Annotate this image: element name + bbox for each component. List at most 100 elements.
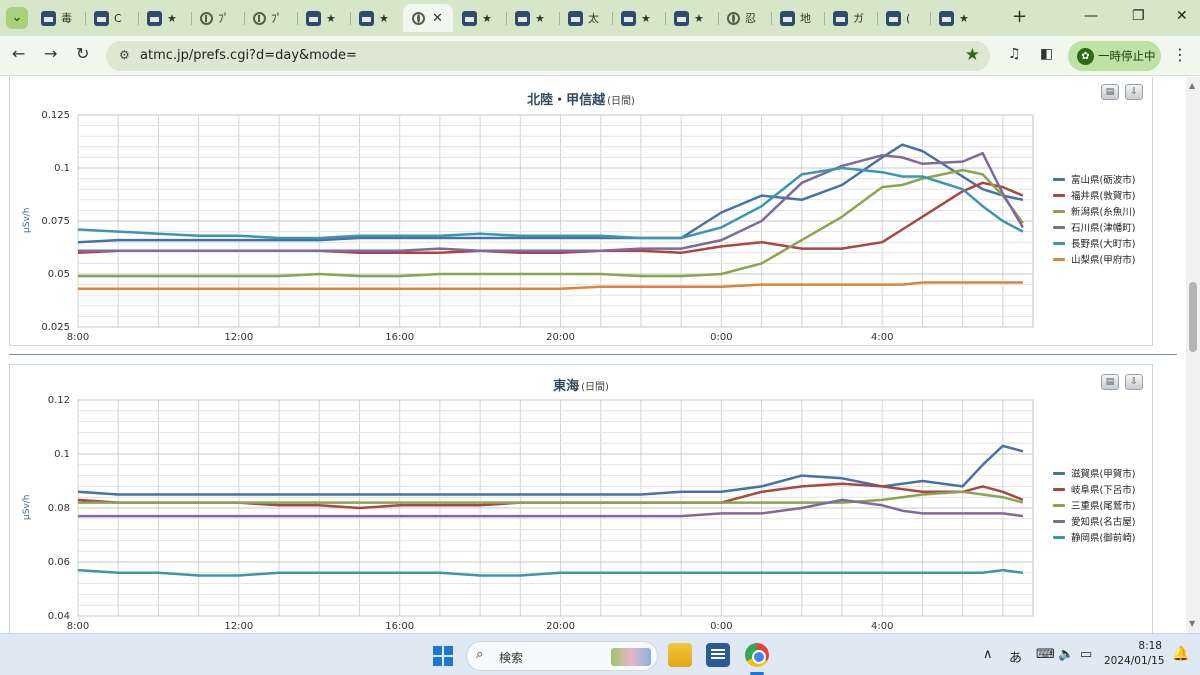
legend-item[interactable]: 新潟県(糸魚川) xyxy=(1053,203,1135,219)
notification-bell-icon[interactable]: 🔔 xyxy=(1172,646,1189,662)
y-tick-label: 0.06 xyxy=(48,557,70,568)
x-tick-label: 8:00 xyxy=(67,332,89,343)
sync-paused-button[interactable]: ✿ 一時停止中 xyxy=(1068,41,1161,71)
x-tick-label: 16:00 xyxy=(385,621,414,632)
tab-list: 毒 C ★ ﾌﾟ ﾌﾟ ★ ★ ✕ ★ ★ 太 ★ ★ 忍 地 ガ (★ xyxy=(32,4,983,32)
scrollbar-thumb[interactable] xyxy=(1189,282,1197,352)
file-explorer-icon[interactable] xyxy=(668,643,692,667)
start-button[interactable] xyxy=(433,646,453,666)
x-tick-label: 20:00 xyxy=(546,332,575,343)
browser-tab[interactable]: ﾌﾟ xyxy=(244,4,297,32)
browser-tab[interactable]: 地 xyxy=(771,4,824,32)
legend-item[interactable]: 滋賀県(甲賀市) xyxy=(1053,465,1135,481)
legend-item[interactable]: 山梨県(甲府市) xyxy=(1053,251,1135,267)
network-icon[interactable]: ⌨ xyxy=(1036,647,1055,662)
side-panel-icon[interactable]: ◧ xyxy=(1040,46,1053,62)
scroll-down-arrow-icon[interactable]: ▼ xyxy=(1189,619,1195,628)
clock-date: 2024/01/15 xyxy=(1104,655,1165,667)
legend-label: 滋賀県(甲賀市) xyxy=(1071,469,1136,480)
browser-tab[interactable]: ✕ xyxy=(403,4,453,32)
site-favicon-icon xyxy=(147,10,162,26)
bookmark-star-icon[interactable]: ★ xyxy=(965,45,980,65)
volume-icon[interactable]: 🔈 xyxy=(1058,647,1074,662)
browser-tab[interactable]: ( xyxy=(877,4,930,32)
site-favicon-icon xyxy=(94,10,109,26)
address-url[interactable]: atmc.jp/prefs.cgi?d=day&mode= xyxy=(140,48,357,63)
browser-tab[interactable]: ★ xyxy=(612,4,665,32)
x-tick-label: 4:00 xyxy=(871,332,893,343)
chrome-icon[interactable] xyxy=(745,643,769,667)
taskbar-search[interactable]: ⌕ 検索 xyxy=(466,641,658,671)
browser-tab[interactable]: ★ xyxy=(453,4,506,32)
site-favicon-icon xyxy=(886,10,901,26)
site-favicon-icon xyxy=(462,10,477,26)
legend-item[interactable]: 岐阜県(下呂市) xyxy=(1053,481,1135,497)
close-tab-icon[interactable]: ✕ xyxy=(432,11,443,26)
tab-title: ★ xyxy=(167,11,177,25)
close-window-icon[interactable]: ✕ xyxy=(1176,8,1188,24)
windows-taskbar: ⌕ 検索 ∧ あ ⌨ 🔈 ▭ 8:18 2024/01/15 🔔 xyxy=(0,633,1200,675)
reload-button[interactable]: ↻ xyxy=(76,44,89,63)
site-favicon-icon xyxy=(306,10,321,26)
legend-label: 岐阜県(下呂市) xyxy=(1071,485,1136,496)
browser-tab[interactable]: ★ xyxy=(297,4,350,32)
tab-search-menu-button[interactable]: ⌄ xyxy=(6,7,28,29)
media-control-icon[interactable]: ♫ xyxy=(1008,46,1021,62)
battery-icon[interactable]: ▭ xyxy=(1080,647,1092,662)
tab-title: ( xyxy=(906,11,911,25)
tab-title: ガ xyxy=(853,12,864,25)
browser-tab[interactable]: ★ xyxy=(665,4,718,32)
minimize-icon[interactable]: — xyxy=(1084,8,1098,24)
browser-tab[interactable]: ★ xyxy=(350,4,403,32)
legend-item[interactable]: 福井県(敦賀市) xyxy=(1053,187,1135,203)
tab-title: 太 xyxy=(588,12,599,25)
scroll-up-arrow-icon[interactable]: ▲ xyxy=(1189,81,1195,90)
browser-tab[interactable]: ガ xyxy=(824,4,877,32)
legend-item[interactable]: 三重県(尾鷲市) xyxy=(1053,497,1135,513)
system-clock[interactable]: 8:18 2024/01/15 xyxy=(1104,639,1165,669)
globe-icon xyxy=(727,11,740,25)
legend-swatch xyxy=(1053,177,1065,181)
legend-swatch xyxy=(1053,519,1065,523)
legend-swatch xyxy=(1053,257,1065,261)
browser-tab[interactable]: 毒 xyxy=(32,4,85,32)
browser-tab[interactable]: 太 xyxy=(559,4,612,32)
legend-item[interactable]: 石川県(津幡町) xyxy=(1053,219,1135,235)
more-menu-icon[interactable]: ⋮ xyxy=(1172,45,1188,64)
browser-tab[interactable]: ★ xyxy=(138,4,191,32)
legend-swatch xyxy=(1053,535,1065,539)
site-info-icon[interactable]: ⚙ xyxy=(119,48,130,62)
legend-item[interactable]: 愛知県(名古屋) xyxy=(1053,513,1135,529)
legend-label: 山梨県(甲府市) xyxy=(1071,255,1136,266)
browser-tab[interactable]: ﾌﾟ xyxy=(191,4,244,32)
new-tab-button[interactable]: + xyxy=(1012,6,1027,27)
legend-item[interactable]: 富山県(砺波市) xyxy=(1053,171,1135,187)
legend-item[interactable]: 静岡県(御前崎) xyxy=(1053,529,1135,545)
legend-item[interactable]: 長野県(大町市) xyxy=(1053,235,1135,251)
tab-title: 忍 xyxy=(745,12,756,25)
address-bar[interactable]: ⚙ atmc.jp/prefs.cgi?d=day&mode= ★ xyxy=(106,41,990,71)
browser-tab[interactable]: C xyxy=(85,4,138,32)
ime-indicator[interactable]: あ xyxy=(1009,647,1022,666)
browser-tab[interactable]: ★ xyxy=(506,4,559,32)
x-tick-label: 12:00 xyxy=(224,332,253,343)
browser-toolbar: ← → ↻ ⚙ atmc.jp/prefs.cgi?d=day&mode= ★ … xyxy=(0,36,1200,76)
legend-label: 三重県(尾鷲市) xyxy=(1071,501,1136,512)
notepad-icon[interactable] xyxy=(706,643,730,667)
clock-time: 8:18 xyxy=(1138,640,1162,652)
line-chart-hokuriku: 0.025 0.05 0.075 0.1 0.125 8:00 12:00 16:00 20:0… xyxy=(41,110,1034,343)
legend-label: 石川県(津幡町) xyxy=(1071,223,1136,234)
forward-button[interactable]: → xyxy=(44,44,57,63)
restore-icon[interactable]: ❐ xyxy=(1132,8,1145,24)
browser-tab[interactable]: ★ xyxy=(930,4,983,32)
legend-swatch xyxy=(1053,209,1065,213)
page-content: 北陸・甲信越 (日間) ▤ ⇩ µSv/h 0.025 0.05 0.075 0.1 0.… xyxy=(0,77,1186,633)
back-button[interactable]: ← xyxy=(12,44,25,63)
page-scrollbar[interactable]: ▲ ▼ xyxy=(1186,77,1200,633)
tab-title: 地 xyxy=(800,12,811,25)
site-favicon-icon xyxy=(674,10,689,26)
legend-label: 富山県(砺波市) xyxy=(1071,175,1136,186)
tab-title: ★ xyxy=(641,11,651,25)
tray-overflow-icon[interactable]: ∧ xyxy=(983,647,993,662)
browser-tab[interactable]: 忍 xyxy=(718,4,771,32)
